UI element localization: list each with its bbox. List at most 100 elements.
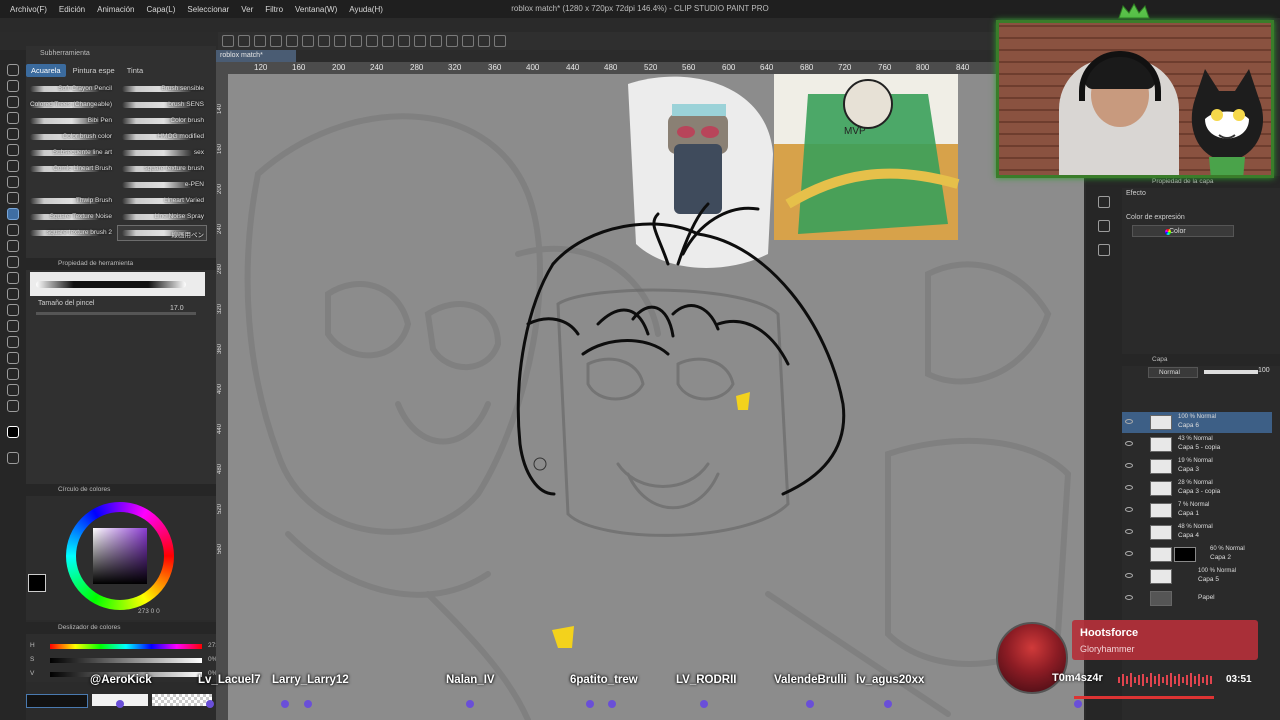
visibility-eye-icon[interactable] bbox=[1125, 441, 1133, 446]
hue-slider[interactable] bbox=[50, 644, 202, 649]
visibility-eye-icon[interactable] bbox=[1125, 529, 1133, 534]
crop-icon[interactable] bbox=[366, 35, 378, 47]
deselect-icon[interactable] bbox=[350, 35, 362, 47]
flip-icon[interactable] bbox=[446, 35, 458, 47]
snap-ruler-icon[interactable] bbox=[398, 35, 410, 47]
text-tool-icon[interactable] bbox=[7, 368, 19, 380]
rotate-icon[interactable] bbox=[462, 35, 474, 47]
frame-tool-icon[interactable] bbox=[7, 336, 19, 348]
brush-item[interactable]: Line Noise Spray bbox=[118, 210, 206, 224]
visibility-eye-icon[interactable] bbox=[1125, 507, 1133, 512]
saturation-value-square[interactable] bbox=[93, 528, 147, 584]
brush-item[interactable]: Subsecuente line art bbox=[26, 146, 114, 160]
brush-item[interactable]: Color brush bbox=[118, 114, 206, 128]
brush-item[interactable]: sex bbox=[118, 146, 206, 160]
brush-item[interactable]: Bibi Pen bbox=[26, 114, 114, 128]
brush-item[interactable]: Color brush color bbox=[26, 130, 114, 144]
visibility-eye-icon[interactable] bbox=[1125, 463, 1133, 468]
brush-item[interactable]: square texture brush bbox=[118, 162, 206, 176]
menu-capa[interactable]: Capa(L) bbox=[143, 5, 184, 14]
ruler-tool-icon[interactable] bbox=[7, 352, 19, 364]
visibility-eye-icon[interactable] bbox=[1125, 573, 1133, 578]
transparent-color-icon[interactable] bbox=[7, 452, 19, 464]
menu-animacion[interactable]: Animación bbox=[93, 5, 142, 14]
blend-mode-select[interactable]: Normal bbox=[1148, 367, 1198, 378]
layer-row[interactable]: 60 % Normal Capa 2 bbox=[1122, 544, 1272, 565]
subtool-header-label[interactable]: Subherramienta bbox=[40, 50, 90, 57]
color-expression-select[interactable]: Color bbox=[1132, 225, 1234, 237]
zoom-fit-icon[interactable] bbox=[478, 35, 490, 47]
tab-acuarela[interactable]: Acuarela bbox=[26, 63, 66, 77]
visibility-eye-icon[interactable] bbox=[1125, 595, 1133, 600]
tab-pintura-espesa[interactable]: Pintura espe bbox=[68, 64, 120, 77]
brush-item[interactable]: Thwip Brush bbox=[26, 194, 114, 208]
layer-opacity-slider[interactable] bbox=[1204, 370, 1258, 374]
symmetry-icon[interactable] bbox=[430, 35, 442, 47]
visibility-eye-icon[interactable] bbox=[1125, 551, 1133, 556]
save-icon[interactable] bbox=[254, 35, 266, 47]
operation-tool-icon[interactable] bbox=[7, 96, 19, 108]
auto-select-tool-icon[interactable] bbox=[7, 128, 19, 140]
brush-tool-icon[interactable] bbox=[7, 192, 19, 204]
layer-row[interactable]: 100 % Normal Capa 5 bbox=[1122, 566, 1272, 587]
main-color-swatch[interactable] bbox=[7, 426, 19, 438]
watercolor-tool-icon[interactable] bbox=[7, 208, 19, 220]
layer-row[interactable]: 100 % Normal Capa 6 bbox=[1122, 412, 1272, 433]
eraser-tool-icon[interactable] bbox=[7, 256, 19, 268]
brush-item[interactable]: square texture brush 2 bbox=[26, 226, 114, 240]
figure-tool-icon[interactable] bbox=[7, 320, 19, 332]
brush-item[interactable]: brush SENS bbox=[118, 98, 206, 112]
fill-icon[interactable] bbox=[318, 35, 330, 47]
brush-item[interactable]: Square Texture Noise bbox=[26, 210, 114, 224]
layer-row[interactable]: 19 % Normal Capa 3 bbox=[1122, 456, 1272, 477]
menu-archivo[interactable]: Archivo(F) bbox=[6, 5, 55, 14]
snap-grid-icon[interactable] bbox=[414, 35, 426, 47]
invert-selection-icon[interactable] bbox=[382, 35, 394, 47]
drawing-canvas[interactable]: MVP bbox=[228, 74, 1084, 720]
brush-item[interactable]: Lineart Varied bbox=[118, 194, 206, 208]
brush-item[interactable]: HMOG modified bbox=[118, 130, 206, 144]
open-file-icon[interactable] bbox=[238, 35, 250, 47]
menu-filtro[interactable]: Filtro bbox=[261, 5, 291, 14]
undo-icon[interactable] bbox=[270, 35, 282, 47]
selection-tool-icon[interactable] bbox=[7, 112, 19, 124]
menu-ayuda[interactable]: Ayuda(H) bbox=[345, 5, 391, 14]
eyedropper-tool-icon[interactable] bbox=[7, 144, 19, 156]
saturation-slider[interactable] bbox=[50, 658, 202, 663]
brush-item[interactable]: Colored Trees (Changeable) bbox=[26, 98, 114, 112]
clear-icon[interactable] bbox=[302, 35, 314, 47]
brush-item[interactable]: e-PEN bbox=[118, 178, 206, 192]
layer-row[interactable]: 28 % Normal Capa 3 - copia bbox=[1122, 478, 1272, 499]
tab-tinta[interactable]: Tinta bbox=[122, 64, 148, 77]
redo-icon[interactable] bbox=[286, 35, 298, 47]
fill-tool-icon[interactable] bbox=[7, 288, 19, 300]
menu-ventana[interactable]: Ventana(W) bbox=[291, 5, 345, 14]
brush-size-value[interactable]: 17.0 bbox=[170, 305, 184, 312]
layer-row[interactable]: Papel bbox=[1122, 588, 1272, 609]
blend-tool-icon[interactable] bbox=[7, 272, 19, 284]
pencil-tool-icon[interactable] bbox=[7, 176, 19, 188]
visibility-eye-icon[interactable] bbox=[1125, 485, 1133, 490]
brush-item-selected[interactable]: 線画用ペン bbox=[117, 225, 207, 241]
navigator-icon[interactable] bbox=[1098, 244, 1110, 256]
transform-icon[interactable] bbox=[334, 35, 346, 47]
menu-edicion[interactable]: Edición bbox=[55, 5, 93, 14]
brush-size-slider[interactable] bbox=[36, 312, 196, 315]
balloon-tool-icon[interactable] bbox=[7, 384, 19, 396]
layer-row[interactable]: 48 % Normal Capa 4 bbox=[1122, 522, 1272, 543]
move-tool-icon[interactable] bbox=[7, 80, 19, 92]
brush-item[interactable]: Brush sensible bbox=[118, 82, 206, 96]
zoom-tool-icon[interactable] bbox=[7, 64, 19, 76]
brush-item[interactable]: Soft Crayon Pencil bbox=[26, 82, 114, 96]
gradient-tool-icon[interactable] bbox=[7, 304, 19, 316]
color-history-swatch[interactable] bbox=[26, 694, 88, 708]
menu-ver[interactable]: Ver bbox=[237, 5, 261, 14]
layer-row[interactable]: 7 % Normal Capa 1 bbox=[1122, 500, 1272, 521]
layer-row[interactable]: 43 % Normal Capa 5 - copia bbox=[1122, 434, 1272, 455]
main-color-swatch-large[interactable] bbox=[28, 574, 46, 592]
correct-line-tool-icon[interactable] bbox=[7, 400, 19, 412]
new-file-icon[interactable] bbox=[222, 35, 234, 47]
layer-search-icon[interactable] bbox=[1098, 220, 1110, 232]
pen-tool-icon[interactable] bbox=[7, 160, 19, 172]
menu-seleccionar[interactable]: Seleccionar bbox=[183, 5, 237, 14]
